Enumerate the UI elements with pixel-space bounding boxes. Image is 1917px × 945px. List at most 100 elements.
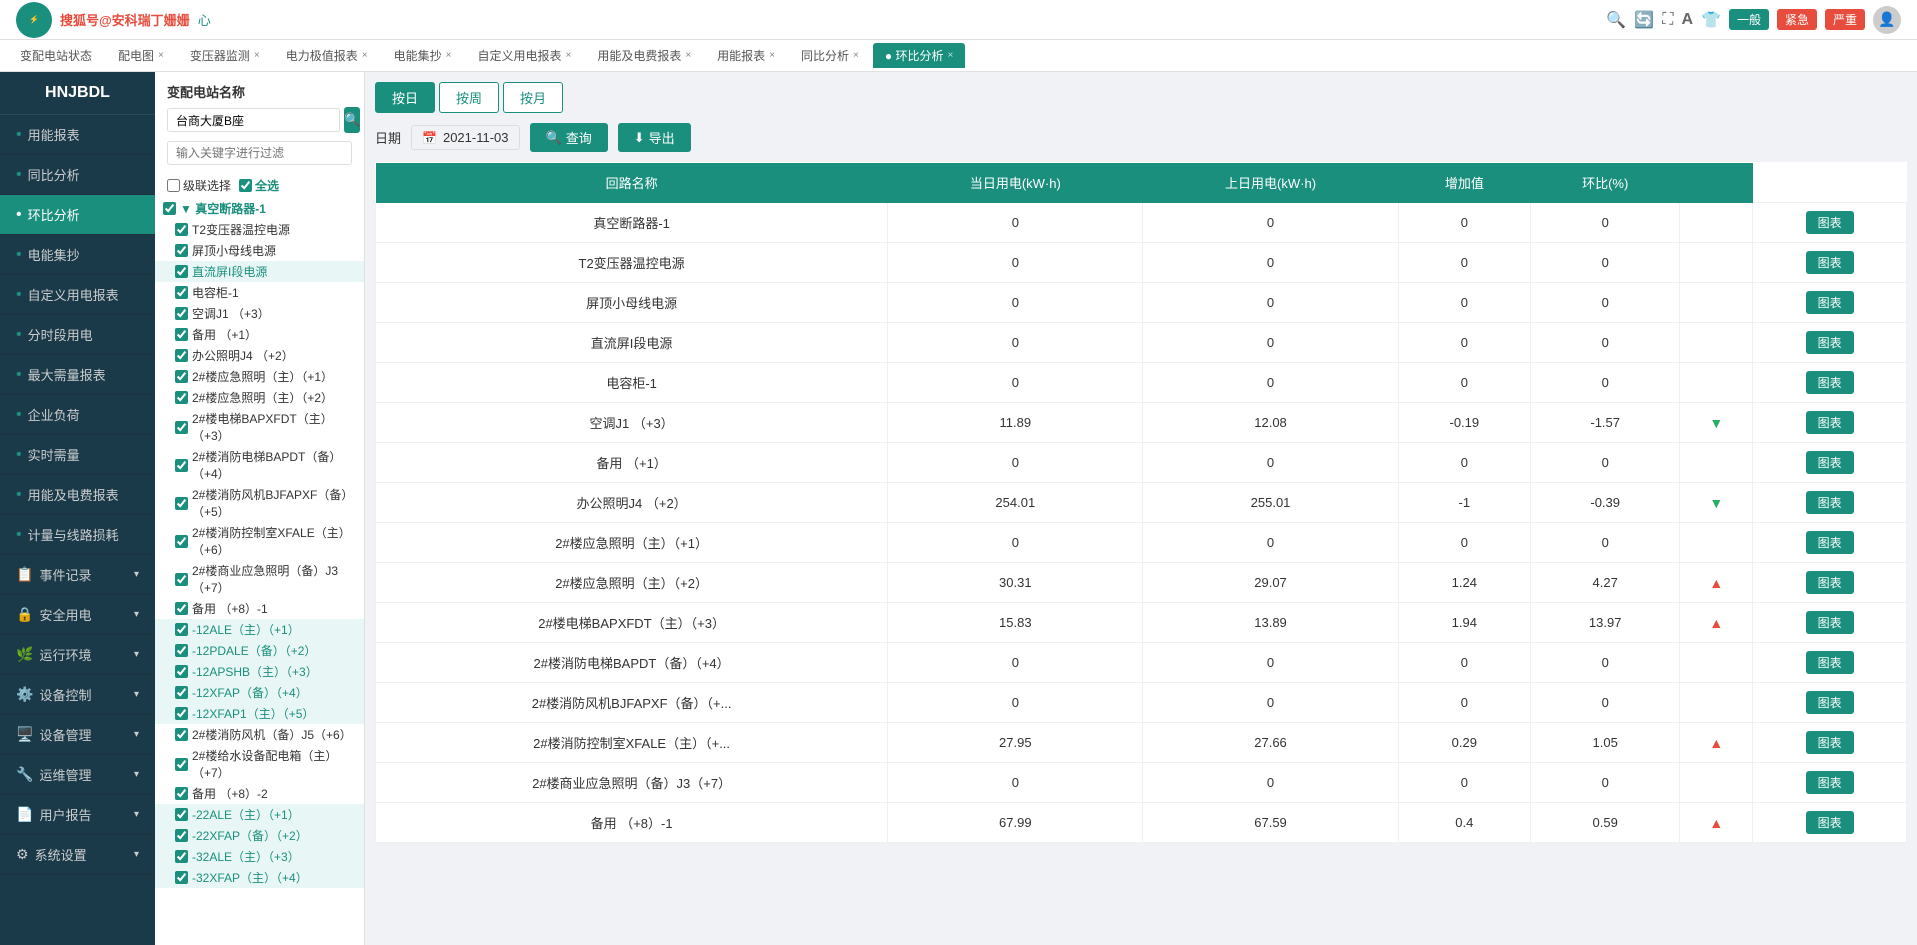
sidebar-item-timeseg[interactable]: • 分时段用电	[0, 315, 155, 355]
tree-checkbox[interactable]	[175, 286, 188, 299]
tab-custom-report[interactable]: 自定义用电报表 ×	[465, 43, 583, 68]
tab-yoy[interactable]: 同比分析 ×	[789, 43, 871, 68]
sidebar-item-system[interactable]: ⚙ 系统设置 ▾	[0, 835, 155, 875]
tree-checkbox[interactable]	[175, 497, 188, 510]
sidebar-item-events[interactable]: 📋 事件记录 ▾	[0, 555, 155, 595]
tree-node-23[interactable]: 备用 （+8）-2	[155, 783, 364, 804]
tree-node-16[interactable]: -12ALE（主）（+1）	[155, 619, 364, 640]
tree-checkbox[interactable]	[175, 808, 188, 821]
sidebar-item-ops[interactable]: 🔧 运维管理 ▾	[0, 755, 155, 795]
date-picker[interactable]: 📅 2021-11-03	[411, 125, 520, 150]
chart-button[interactable]: 图表	[1806, 491, 1854, 514]
tree-node-21[interactable]: 2#楼消防风机（备）J5（+6）	[155, 724, 364, 745]
chart-button[interactable]: 图表	[1806, 651, 1854, 674]
tree-node-1[interactable]: T2变压器温控电源	[155, 219, 364, 240]
tree-node-9[interactable]: 2#楼应急照明（主）（+2）	[155, 387, 364, 408]
tab-distribution-map[interactable]: 配电图 ×	[106, 43, 176, 68]
tree-checkbox[interactable]	[175, 829, 188, 842]
user-avatar[interactable]: 👤	[1873, 6, 1901, 34]
tree-checkbox[interactable]	[175, 787, 188, 800]
tree-node-11[interactable]: 2#楼消防电梯BAPDT（备）（+4）	[155, 446, 364, 484]
select-all-checkbox[interactable]	[239, 179, 252, 192]
font-icon[interactable]: A	[1681, 11, 1693, 29]
sidebar-item-energy-report[interactable]: • 用能报表	[0, 115, 155, 155]
search-icon[interactable]: 🔍	[1606, 10, 1626, 30]
export-button[interactable]: ⬇ 导出	[618, 123, 691, 152]
chart-button[interactable]: 图表	[1806, 531, 1854, 554]
tree-checkbox[interactable]	[175, 758, 188, 771]
badge-normal[interactable]: 一般	[1729, 9, 1769, 30]
tab-energy-fee[interactable]: 用能及电费报表 ×	[585, 43, 703, 68]
tree-checkbox[interactable]	[175, 391, 188, 404]
tree-checkbox[interactable]	[175, 370, 188, 383]
chart-button[interactable]: 图表	[1806, 451, 1854, 474]
tree-node-19[interactable]: -12XFAP（备）（+4）	[155, 682, 364, 703]
tab-hob[interactable]: ● 环比分析 ×	[873, 43, 965, 68]
sidebar-item-fee[interactable]: • 用能及电费报表	[0, 475, 155, 515]
tree-checkbox[interactable]	[175, 244, 188, 257]
tree-checkbox[interactable]	[175, 850, 188, 863]
sidebar-item-env[interactable]: 🌿 运行环境 ▾	[0, 635, 155, 675]
badge-danger[interactable]: 严重	[1825, 9, 1865, 30]
tree-node-27[interactable]: -32XFAP（主）（+4）	[155, 867, 364, 888]
tree-node-13[interactable]: 2#楼消防控制室XFALE（主）（+6）	[155, 522, 364, 560]
sidebar-item-device-ctrl[interactable]: ⚙️ 设备控制 ▾	[0, 675, 155, 715]
tab-monthly[interactable]: 按月	[503, 82, 563, 113]
tree-node-18[interactable]: -12APSHB（主）（+3）	[155, 661, 364, 682]
sidebar-item-device-mgmt[interactable]: 🖥️ 设备管理 ▾	[0, 715, 155, 755]
tree-checkbox[interactable]	[175, 328, 188, 341]
tree-checkbox[interactable]	[175, 871, 188, 884]
tree-checkbox[interactable]	[175, 644, 188, 657]
tree-checkbox[interactable]	[175, 665, 188, 678]
tree-checkbox[interactable]	[175, 686, 188, 699]
tab-energy-report[interactable]: 用能报表 ×	[705, 43, 787, 68]
tree-node-10[interactable]: 2#楼电梯BAPXFDT（主）（+3）	[155, 408, 364, 446]
refresh-icon[interactable]: 🔄	[1634, 10, 1654, 30]
sidebar-item-realtime[interactable]: • 实时需量	[0, 435, 155, 475]
tree-node-4[interactable]: 电容柜-1	[155, 282, 364, 303]
chart-button[interactable]: 图表	[1806, 811, 1854, 834]
tab-power-extreme[interactable]: 电力极值报表 ×	[274, 43, 380, 68]
tree-checkbox[interactable]	[175, 535, 188, 548]
sidebar-item-hob[interactable]: • 环比分析	[0, 195, 155, 235]
tree-checkbox[interactable]	[175, 459, 188, 472]
chart-button[interactable]: 图表	[1806, 731, 1854, 754]
filter-input[interactable]	[167, 141, 352, 165]
tab-weekly[interactable]: 按周	[439, 82, 499, 113]
tab-station-status[interactable]: 变配电站状态	[8, 43, 104, 68]
chart-button[interactable]: 图表	[1806, 771, 1854, 794]
tree-node-7[interactable]: 办公照明J4 （+2）	[155, 345, 364, 366]
tree-node-root[interactable]: ▼ 真空断路器-1	[155, 198, 364, 219]
sidebar-item-loss[interactable]: • 计量与线路损耗	[0, 515, 155, 555]
tree-node-17[interactable]: -12PDALE（备）（+2）	[155, 640, 364, 661]
badge-warning[interactable]: 紧急	[1777, 9, 1817, 30]
level-select-checkbox[interactable]	[167, 179, 180, 192]
tree-checkbox[interactable]	[175, 623, 188, 636]
tree-checkbox[interactable]	[163, 202, 176, 215]
sidebar-item-maxdemand[interactable]: • 最大需量报表	[0, 355, 155, 395]
station-search-button[interactable]: 🔍	[344, 107, 360, 133]
theme-icon[interactable]: 👕	[1701, 10, 1721, 30]
sidebar-item-collect[interactable]: • 电能集抄	[0, 235, 155, 275]
tree-checkbox[interactable]	[175, 421, 188, 434]
tree-checkbox[interactable]	[175, 573, 188, 586]
station-search-input[interactable]	[167, 108, 340, 132]
fullscreen-icon[interactable]: ⛶	[1662, 11, 1673, 29]
tab-transformer[interactable]: 变压器监测 ×	[178, 43, 272, 68]
tab-energy-collect[interactable]: 电能集抄 ×	[382, 43, 464, 68]
tree-node-14[interactable]: 2#楼商业应急照明（备）J3（+7）	[155, 560, 364, 598]
sidebar-item-user-report[interactable]: 📄 用户报告 ▾	[0, 795, 155, 835]
tree-checkbox[interactable]	[175, 223, 188, 236]
sidebar-item-custom[interactable]: • 自定义用电报表	[0, 275, 155, 315]
chart-button[interactable]: 图表	[1806, 331, 1854, 354]
chart-button[interactable]: 图表	[1806, 291, 1854, 314]
tree-node-22[interactable]: 2#楼给水设备配电箱（主）（+7）	[155, 745, 364, 783]
chart-button[interactable]: 图表	[1806, 371, 1854, 394]
tree-checkbox[interactable]	[175, 307, 188, 320]
tree-node-25[interactable]: -22XFAP（备）（+2）	[155, 825, 364, 846]
tree-node-8[interactable]: 2#楼应急照明（主）（+1）	[155, 366, 364, 387]
chart-button[interactable]: 图表	[1806, 411, 1854, 434]
tab-daily[interactable]: 按日	[375, 82, 435, 113]
tree-checkbox[interactable]	[175, 728, 188, 741]
query-button[interactable]: 🔍 查询	[530, 123, 608, 152]
